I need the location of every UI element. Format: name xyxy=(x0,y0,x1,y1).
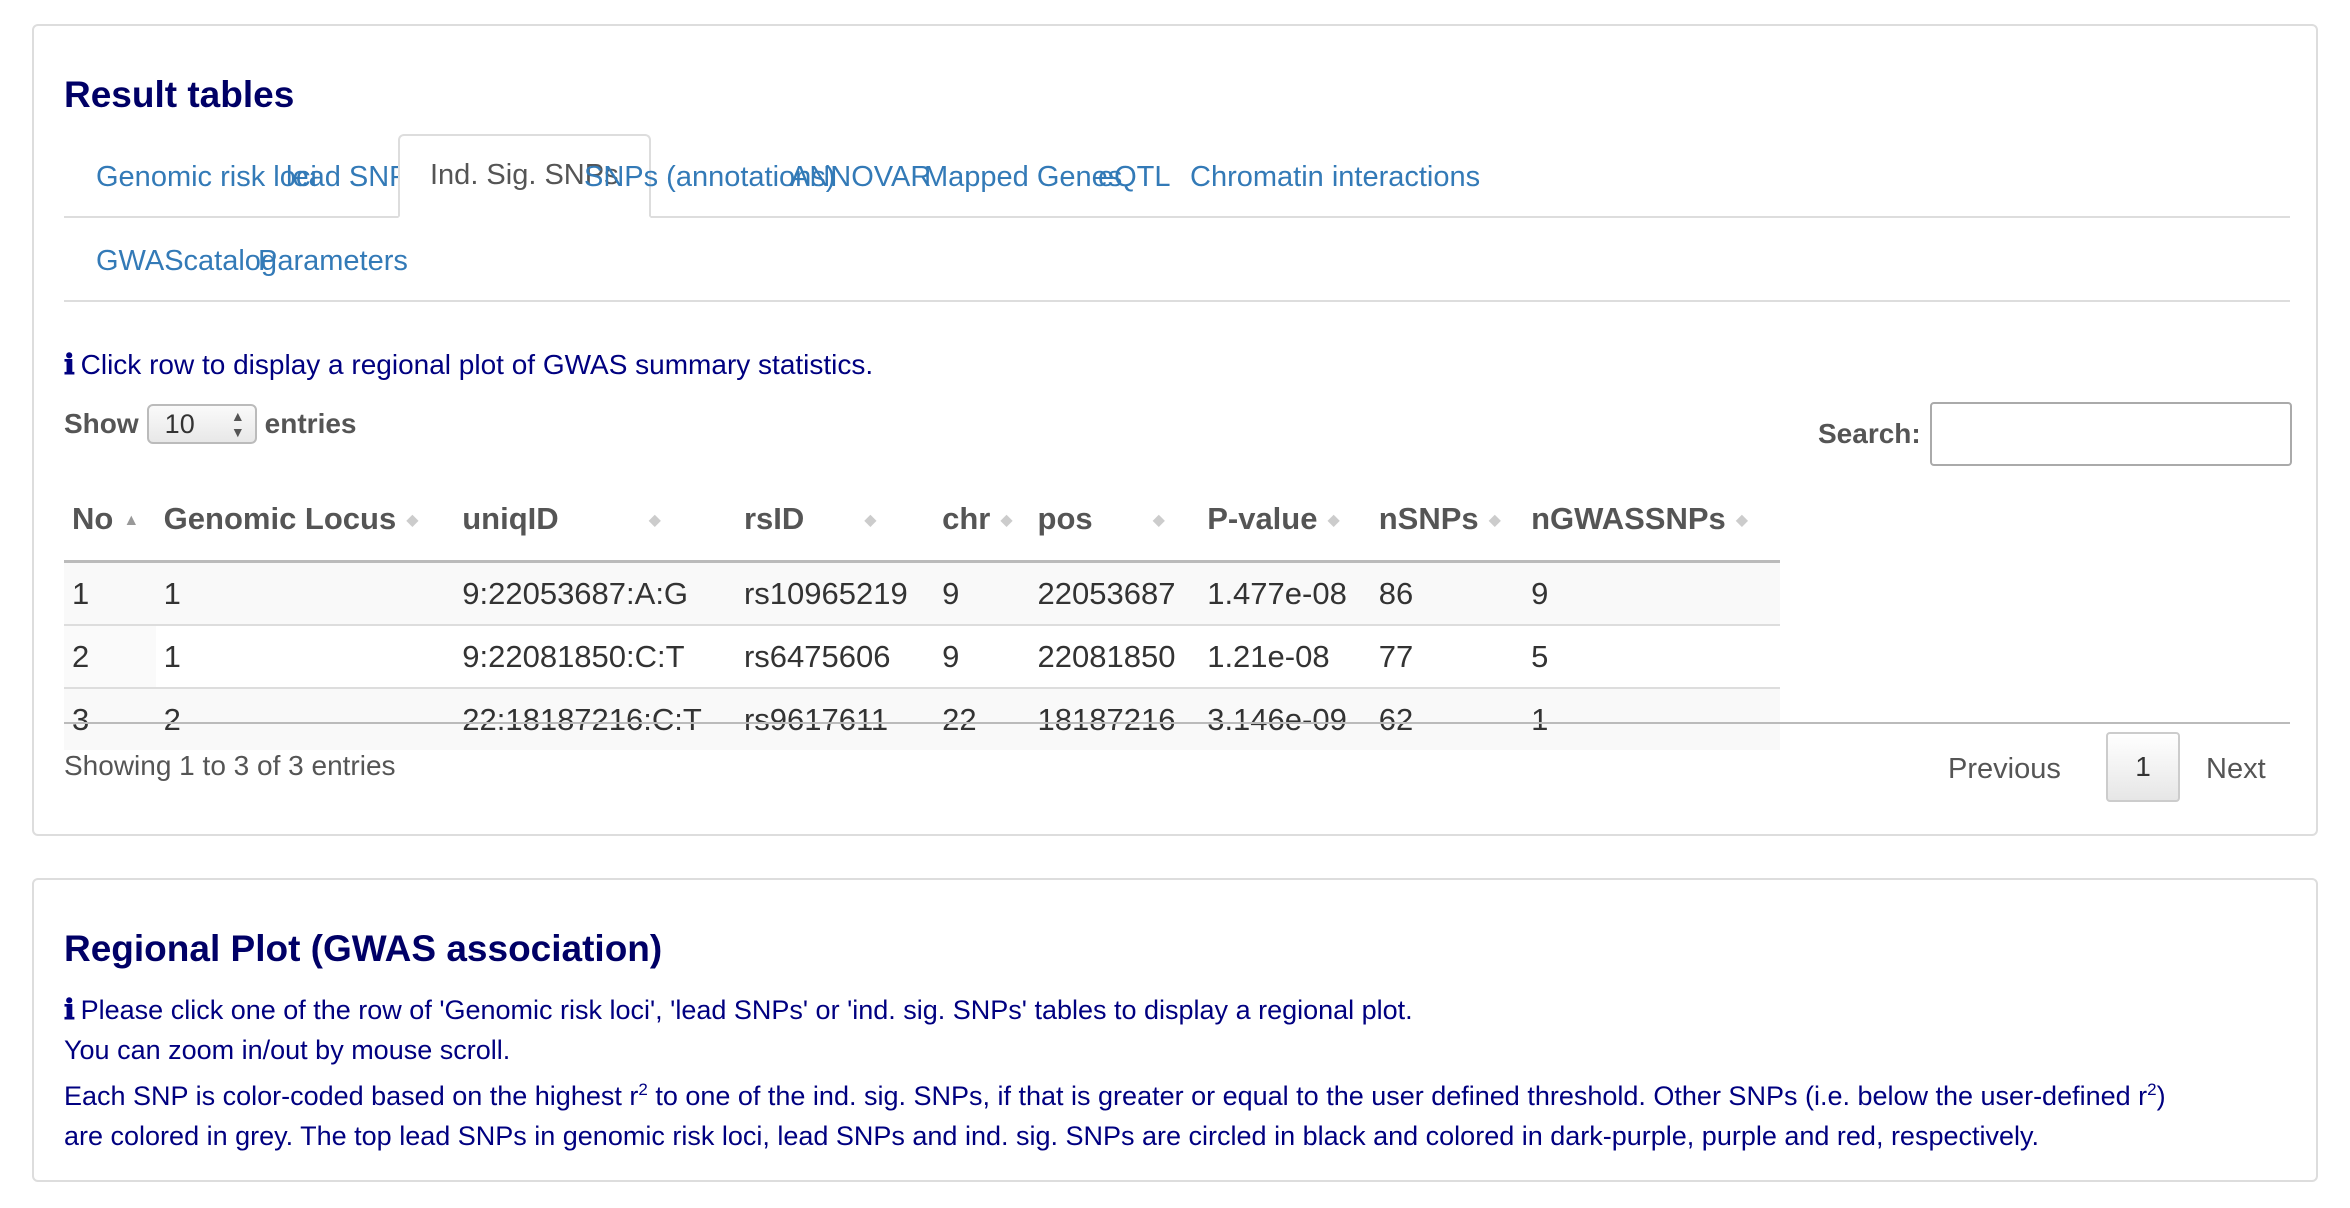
click-row-info: ℹ Click row to display a regional plot of… xyxy=(64,348,873,381)
sort-icon: ◆ xyxy=(406,511,419,529)
sort-icon: ◆ xyxy=(1488,511,1501,529)
length-menu: Show 10 ▲ ▼ entries xyxy=(64,404,357,444)
sort-icon: ◆ xyxy=(1735,511,1749,529)
table-info: Showing 1 to 3 of 3 entries xyxy=(64,750,396,781)
cell-uniqid: 9:22053687:A:G xyxy=(454,560,736,625)
info-icon: ℹ xyxy=(64,348,75,381)
table-row[interactable]: 3 2 22:18187216:C:T rs9617611 22 1818721… xyxy=(64,687,1780,750)
instruction-line: You can zoom in/out by mouse scroll. xyxy=(64,1035,511,1065)
cell-pos: 22081850 xyxy=(1029,624,1200,688)
search-label: Search: xyxy=(1818,418,1921,449)
column-header-ngwassnps[interactable]: nGWASSNPs ◆ xyxy=(1523,478,1780,563)
info-text: Click row to display a regional plot of … xyxy=(80,349,874,380)
tab-genomic-risk-loci[interactable]: Genomic risk loci xyxy=(96,160,317,194)
sort-icon: ◆ xyxy=(1152,511,1165,529)
cell-ngwassnps: 9 xyxy=(1523,560,1780,625)
cell-chr: 9 xyxy=(934,624,1030,688)
instruction-line: are colored in grey. The top lead SNPs i… xyxy=(64,1121,2039,1151)
tab-chromatin-interactions[interactable]: Chromatin interactions xyxy=(1190,160,1480,194)
column-header-no[interactable]: No ▲ xyxy=(64,478,156,563)
tab-parameters[interactable]: Parameters xyxy=(258,244,408,278)
sort-icon: ◆ xyxy=(648,511,661,529)
pagination-page-1[interactable]: 1 xyxy=(2106,732,2180,802)
tab-annovar[interactable]: ANNOVAR xyxy=(790,160,931,194)
regional-plot-instructions: ℹ Please click one of the row of 'Genomic… xyxy=(64,990,2294,1156)
sort-icon: ◆ xyxy=(1327,511,1340,529)
cell-p-value: 3.146e-09 xyxy=(1199,687,1371,750)
table-row[interactable]: 1 1 9:22053687:A:G rs10965219 9 22053687… xyxy=(64,560,1780,625)
cell-pos: 18187216 xyxy=(1029,687,1200,750)
tab-eqtl[interactable]: eQTL xyxy=(1098,160,1171,194)
select-arrows-icon: ▲ ▼ xyxy=(230,408,245,440)
cell-rsid: rs10965219 xyxy=(735,560,935,625)
instruction-line: ℹ Please click one of the row of 'Genomic… xyxy=(64,993,1413,1026)
column-header-uniqid[interactable]: uniqID ◆ xyxy=(454,478,736,563)
cell-pos: 22053687 xyxy=(1029,560,1200,625)
cell-uniqid: 22:18187216:C:T xyxy=(454,687,736,750)
cell-ngwassnps: 1 xyxy=(1523,687,1780,750)
pagination-next-button[interactable]: Next xyxy=(2206,753,2266,786)
cell-chr: 22 xyxy=(934,687,1030,750)
search-input[interactable] xyxy=(1930,402,2292,466)
cell-no: 2 xyxy=(64,624,156,688)
cell-genomic-locus: 2 xyxy=(155,687,455,750)
table-footer-divider xyxy=(64,722,2290,724)
cell-p-value: 1.21e-08 xyxy=(1199,624,1371,688)
panel-title: Regional Plot (GWAS association) xyxy=(64,928,663,969)
entries-select[interactable]: 10 ▲ ▼ xyxy=(146,404,257,444)
cell-no: 1 xyxy=(64,560,156,625)
cell-chr: 9 xyxy=(934,560,1030,625)
cell-nsnps: 86 xyxy=(1370,560,1524,625)
regional-plot-panel: Regional Plot (GWAS association) ℹ Please… xyxy=(32,878,2318,1182)
cell-nsnps: 77 xyxy=(1370,624,1524,688)
cell-ngwassnps: 5 xyxy=(1523,624,1780,688)
ind-sig-snps-table: No ▲ Genomic Locus ◆ uniqID ◆ rsID ◆ chr ◆ po… xyxy=(64,478,1780,750)
panel-title: Result tables xyxy=(64,74,295,115)
show-label: Show xyxy=(64,408,139,439)
tab-gwascatalog[interactable]: GWAScatalog xyxy=(96,244,277,278)
cell-rsid: rs6475606 xyxy=(735,624,935,688)
sort-icon: ◆ xyxy=(864,511,877,529)
cell-uniqid: 9:22081850:C:T xyxy=(454,624,736,688)
table-header-row: No ▲ Genomic Locus ◆ uniqID ◆ rsID ◆ chr ◆ po… xyxy=(64,478,1780,563)
result-tabs: Genomic risk loci lead SNPs Ind. Sig. SN… xyxy=(64,134,2290,326)
cell-nsnps: 62 xyxy=(1370,687,1524,750)
cell-no: 3 xyxy=(64,687,156,750)
table-row[interactable]: 2 1 9:22081850:C:T rs6475606 9 22081850 … xyxy=(64,624,1780,688)
column-header-rsid[interactable]: rsID ◆ xyxy=(735,478,935,563)
instruction-line: Each SNP is color-coded based on the hig… xyxy=(64,1080,2166,1111)
pagination-previous-button[interactable]: Previous xyxy=(1948,753,2061,786)
info-icon: ℹ xyxy=(64,993,75,1026)
entries-label: entries xyxy=(264,408,357,439)
cell-rsid: rs9617611 xyxy=(735,687,935,750)
sort-icon: ◆ xyxy=(1000,511,1013,529)
tab-mapped-genes[interactable]: Mapped Genes xyxy=(924,160,1122,194)
cell-p-value: 1.477e-08 xyxy=(1199,560,1371,625)
cell-genomic-locus: 1 xyxy=(155,560,455,625)
cell-genomic-locus: 1 xyxy=(155,624,455,688)
column-header-genomic-locus[interactable]: Genomic Locus ◆ xyxy=(155,478,455,563)
column-header-p-value[interactable]: P-value ◆ xyxy=(1199,478,1371,563)
entries-select-value: 10 xyxy=(164,409,195,439)
result-tables-panel: Result tables Genomic risk loci lead SNP… xyxy=(32,24,2318,836)
column-header-pos[interactable]: pos ◆ xyxy=(1029,478,1200,563)
column-header-nsnps[interactable]: nSNPs ◆ xyxy=(1370,478,1524,563)
sort-asc-icon: ▲ xyxy=(123,511,140,529)
column-header-chr[interactable]: chr ◆ xyxy=(934,478,1030,563)
